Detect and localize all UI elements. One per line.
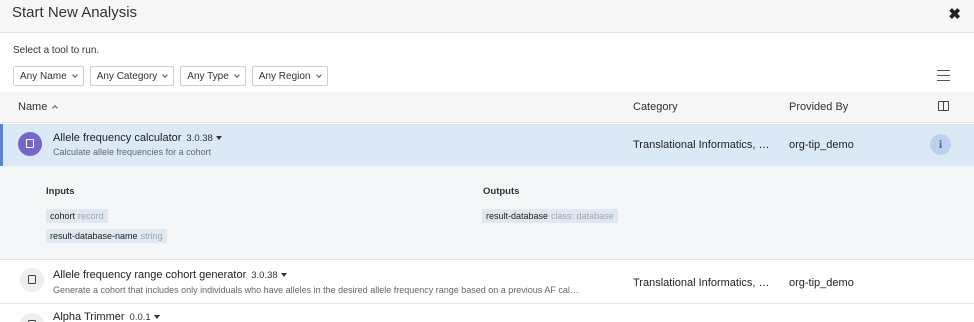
inputs-heading: Inputs (46, 186, 75, 197)
tool-provider: org-tip_demo (789, 277, 854, 289)
column-label: Name (18, 101, 48, 113)
version-dropdown[interactable]: 3.0.38 (251, 270, 287, 281)
column-header-provided-by[interactable]: Provided By (789, 101, 848, 113)
tool-icon (20, 313, 44, 322)
tool-name: Allele frequency calculator 3.0.38 (53, 132, 222, 144)
outputs-heading: Outputs (483, 186, 520, 197)
column-header-name[interactable]: Name (18, 101, 59, 113)
filter-region-dropdown[interactable]: Any Region (251, 66, 328, 86)
chevron-down-icon (162, 71, 169, 78)
instruction-text: Select a tool to run. (13, 45, 100, 56)
tool-category: Translational Informatics, … (633, 139, 770, 151)
list-view-icon[interactable] (937, 70, 950, 82)
chevron-down-icon (233, 71, 240, 78)
table-row[interactable]: Allele frequency range cohort generator 3… (0, 260, 974, 304)
dialog-header: Start New Analysis ✖ (0, 0, 974, 33)
tool-description: Generate a cohort that includes only ind… (53, 285, 579, 295)
version-dropdown[interactable]: 3.0.38 (186, 133, 222, 144)
caret-down-icon (280, 273, 287, 278)
tool-details-panel: Inputs Outputs cohort record result-datab… (0, 166, 974, 260)
tool-name: Alpha Trimmer 0.0.1 (53, 311, 160, 322)
tool-description: Calculate allele frequencies for a cohor… (53, 147, 212, 157)
info-icon[interactable]: i (930, 134, 951, 155)
output-tag: result-database class: database (482, 209, 618, 223)
caret-down-icon (215, 136, 222, 141)
tool-category: Translational Informatics, … (633, 277, 770, 289)
filter-label: Any Region (258, 70, 311, 82)
input-tag: result-database-name string (46, 229, 167, 243)
filter-type-dropdown[interactable]: Any Type (180, 66, 246, 86)
table-header: Name Category Provided By (0, 92, 974, 123)
filter-label: Any Name (20, 70, 67, 82)
filter-label: Any Category (96, 70, 158, 82)
filter-bar: Any Name Any Category Any Type Any Regio… (13, 66, 328, 86)
caret-down-icon (153, 315, 160, 320)
sort-ascending-icon (52, 105, 59, 111)
close-icon[interactable]: ✖ (948, 5, 961, 23)
table-row-selected[interactable]: Allele frequency calculator 3.0.38 Calcul… (0, 124, 974, 166)
chevron-down-icon (71, 71, 78, 78)
filter-name-dropdown[interactable]: Any Name (13, 66, 84, 86)
chevron-down-icon (315, 71, 322, 78)
dialog-title: Start New Analysis (12, 4, 138, 21)
input-tag: cohort record (46, 209, 108, 223)
column-header-category[interactable]: Category (633, 101, 678, 113)
column-settings-icon[interactable] (938, 101, 949, 111)
table-row[interactable]: Alpha Trimmer 0.0.1 (0, 305, 974, 322)
tool-provider: org-tip_demo (789, 139, 854, 151)
tool-icon (18, 132, 42, 156)
filter-label: Any Type (187, 70, 229, 82)
version-dropdown[interactable]: 0.0.1 (130, 312, 160, 322)
tool-name: Allele frequency range cohort generator 3… (53, 269, 287, 281)
filter-category-dropdown[interactable]: Any Category (89, 66, 175, 86)
tool-icon (20, 268, 44, 292)
